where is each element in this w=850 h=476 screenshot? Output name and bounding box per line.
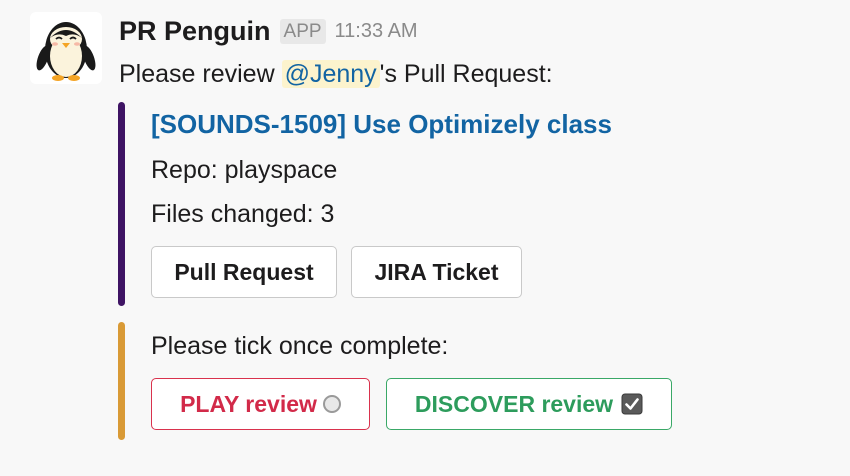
jira-ticket-button[interactable]: JIRA Ticket [351, 246, 522, 298]
radio-unchecked-icon [322, 395, 341, 413]
attachment-color-bar [118, 322, 125, 440]
pull-request-button[interactable]: Pull Request [151, 246, 337, 298]
files-changed-field: Files changed: 3 [151, 200, 335, 228]
app-badge: APP [279, 18, 326, 44]
message-header: PR Penguin APP 11:33 AM [119, 11, 418, 51]
repo-field: Repo: playspace [151, 156, 338, 184]
message-text-suffix: 's Pull Request: [379, 60, 553, 88]
checkbox-checked-icon [621, 393, 643, 415]
pull-request-title-link[interactable]: [SOUNDS-1509] Use Optimizely class [151, 106, 612, 142]
play-review-button[interactable]: PLAY review [151, 378, 370, 430]
review-prompt: Please tick once complete: [151, 332, 449, 360]
discover-review-label: DISCOVER review [414, 390, 614, 417]
review-attachment: Please tick once complete: PLAY review D… [118, 322, 718, 440]
penguin-avatar[interactable] [30, 12, 102, 84]
discover-review-button[interactable]: DISCOVER review [386, 378, 672, 430]
pull-request-attachment: [SOUNDS-1509] Use Optimizely class Repo:… [118, 102, 718, 306]
attachment-color-bar [118, 102, 125, 306]
sender-name[interactable]: PR Penguin [119, 16, 271, 47]
message-text: Please review @Jenny's Pull Request: [119, 56, 553, 92]
user-mention[interactable]: @Jenny [281, 60, 380, 88]
penguin-icon [36, 22, 96, 81]
chat-message: PR Penguin APP 11:33 AM Please review @J… [0, 0, 850, 476]
play-review-label: PLAY review [180, 390, 317, 417]
message-text-prefix: Please review [119, 60, 282, 88]
message-timestamp[interactable]: 11:33 AM [335, 20, 418, 43]
